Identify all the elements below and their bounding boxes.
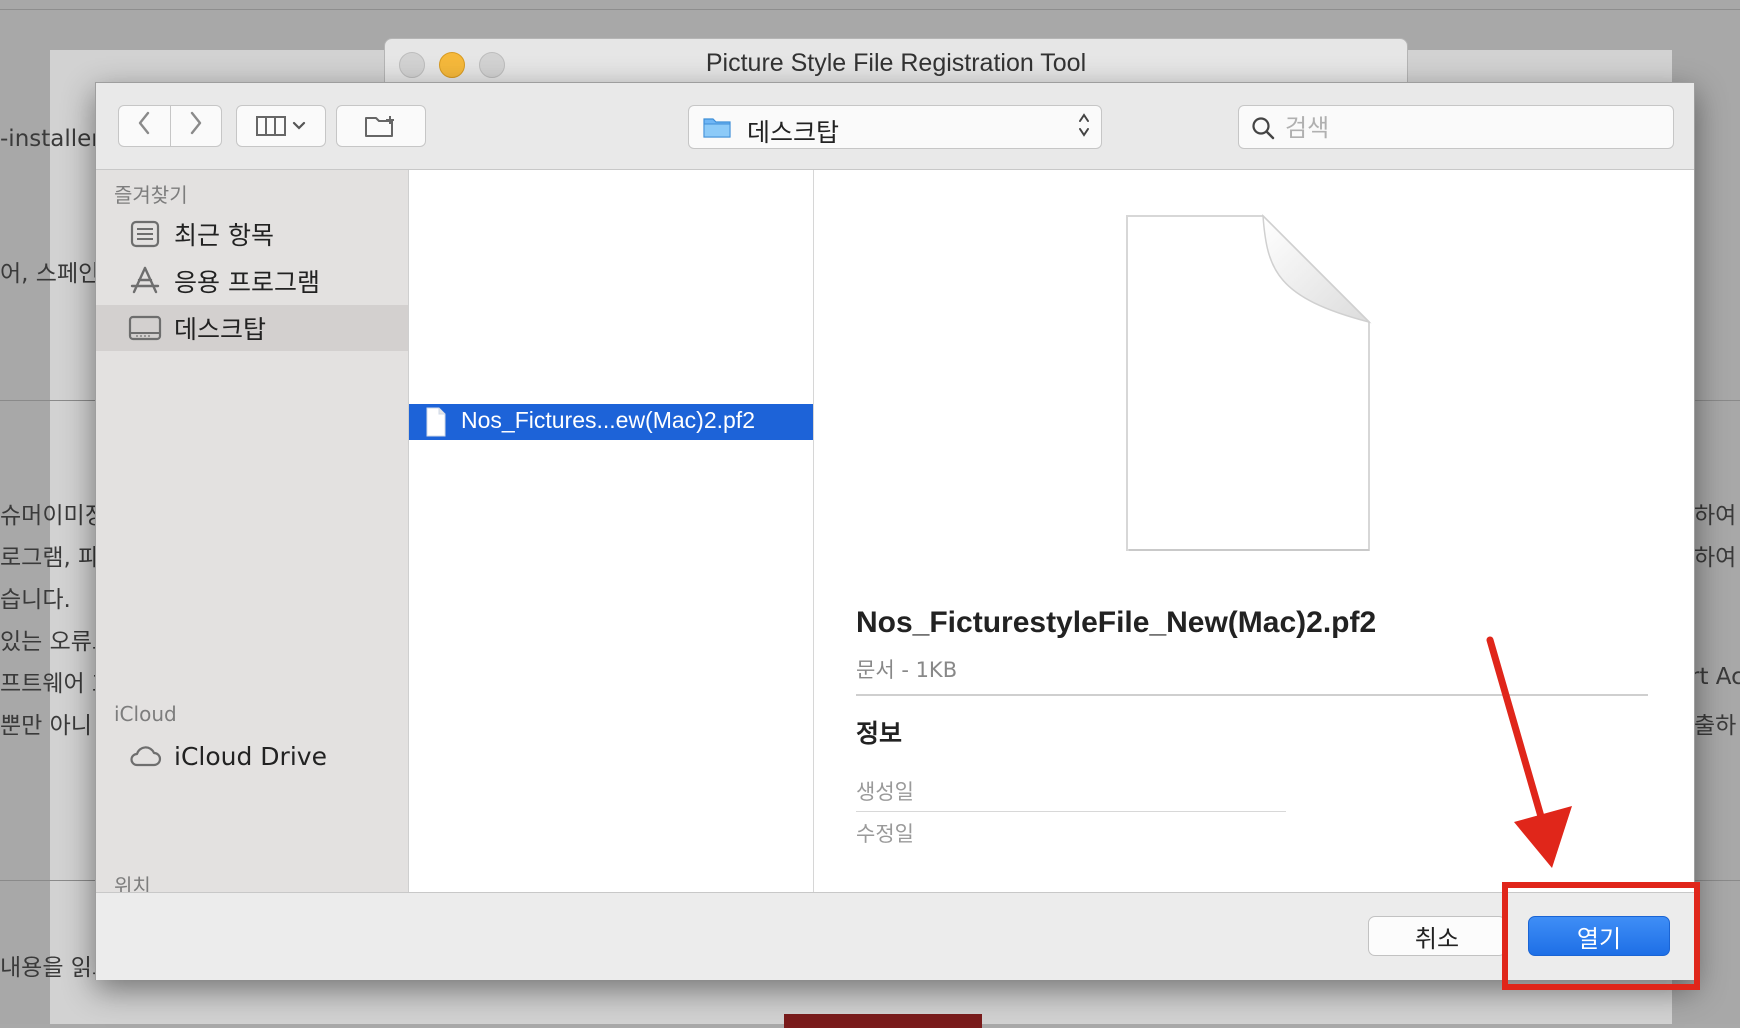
file-row-selected[interactable]: Nos_Fictures...ew(Mac)2.pf2 <box>409 404 813 440</box>
dialog-toolbar: 데스크탑 <box>96 83 1694 170</box>
file-column: Nos_Fictures...ew(Mac)2.pf2 <box>409 170 814 892</box>
background-text: rt Ac <box>1690 664 1740 690</box>
folder-icon <box>703 118 731 138</box>
background-text: -installer <box>0 126 101 152</box>
background-text: 습니다. <box>0 587 71 613</box>
cloud-icon <box>130 746 162 767</box>
background-divider <box>0 400 100 401</box>
chevron-left-icon <box>139 111 150 135</box>
background-divider <box>0 880 100 881</box>
background-text: 하여 <box>1694 503 1737 529</box>
forward-button[interactable] <box>171 111 222 141</box>
background-text: 뿐만 아니 <box>0 713 92 739</box>
background-button <box>784 1014 982 1028</box>
background-text: 어, 스페인 <box>0 261 100 287</box>
background-divider <box>1690 880 1740 881</box>
dialog-footer: 취소 열기 <box>96 892 1694 980</box>
applications-icon <box>130 266 160 294</box>
navigation-buttons <box>118 105 222 147</box>
desktop-icon <box>128 315 162 341</box>
new-folder-button[interactable] <box>336 105 426 147</box>
location-popup[interactable]: 데스크탑 <box>688 105 1102 149</box>
preview-file-kind: 문서 - 1KB <box>856 658 958 682</box>
document-preview-icon <box>1126 214 1372 551</box>
background-divider <box>1690 400 1740 401</box>
sidebar-item-label: 데스크탑 <box>174 315 267 344</box>
preview-modified-label: 수정일 <box>856 822 914 846</box>
back-button[interactable] <box>119 111 170 141</box>
sidebar: 즐겨찾기 최근 항목 응용 프로그램 데스크탑 iCloud iCloud Dr… <box>96 170 409 898</box>
preview-meta-divider <box>856 811 1286 812</box>
search-field <box>1238 105 1674 149</box>
sidebar-heading-icloud: iCloud <box>114 702 177 726</box>
cancel-button[interactable]: 취소 <box>1368 916 1506 956</box>
preview-created-label: 생성일 <box>856 780 914 804</box>
sidebar-heading-favorites: 즐겨찾기 <box>114 183 188 207</box>
sidebar-item-recents[interactable]: 최근 항목 <box>96 211 408 257</box>
new-folder-icon <box>365 116 394 137</box>
sidebar-item-label: 응용 프로그램 <box>174 268 320 297</box>
sidebar-item-icloud-drive[interactable]: iCloud Drive <box>96 733 408 779</box>
preview-file-name: Nos_FicturestyleFile_New(Mac)2.pf2 <box>856 606 1377 639</box>
file-name: Nos_Fictures...ew(Mac)2.pf2 <box>461 407 755 433</box>
chevron-right-icon <box>190 111 201 135</box>
background-text: 하여 <box>1694 545 1737 571</box>
sidebar-item-applications[interactable]: 응용 프로그램 <box>96 258 408 304</box>
sidebar-item-desktop[interactable]: 데스크탑 <box>96 305 408 351</box>
sidebar-item-label: iCloud Drive <box>174 741 327 771</box>
annotation-highlight-box <box>1502 882 1700 990</box>
window-title: Picture Style File Registration Tool <box>705 49 1087 77</box>
annotation-arrow <box>1486 636 1572 868</box>
view-mode-button[interactable] <box>236 105 326 147</box>
chevron-down-icon <box>292 121 306 130</box>
document-icon <box>426 407 446 437</box>
preview-info-heading: 정보 <box>856 719 903 748</box>
background-text: 슈머이미징 <box>0 503 106 529</box>
location-label: 데스크탑 <box>747 118 840 147</box>
column-view-icon <box>256 116 286 136</box>
background-text: 로그램, 파 <box>0 545 100 571</box>
recents-icon <box>130 220 160 248</box>
search-input[interactable] <box>1283 112 1667 144</box>
popup-arrows-icon <box>1077 110 1091 143</box>
search-icon <box>1252 117 1275 140</box>
background-text: 출하 <box>1694 713 1737 739</box>
background-divider <box>0 9 1740 10</box>
sidebar-item-label: 최근 항목 <box>174 221 274 250</box>
